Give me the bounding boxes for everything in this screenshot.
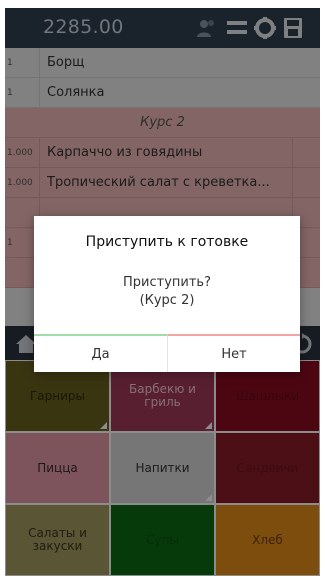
- no-button[interactable]: Нет: [167, 334, 300, 372]
- dialog-message: Приступить? (Курс 2): [34, 274, 300, 310]
- dialog-message-line: Приступить?: [123, 275, 211, 290]
- start-cooking-dialog: Приступить к готовке Приступить? (Курс 2…: [34, 216, 300, 372]
- phone-frame: 2285.00 1 Борщ 1 Солянка Курс 2 1.000 Ка…: [0, 0, 325, 576]
- dialog-message-line: (Курс 2): [139, 293, 195, 308]
- yes-button[interactable]: Да: [34, 334, 167, 372]
- dialog-title: Приступить к готовке: [85, 234, 249, 250]
